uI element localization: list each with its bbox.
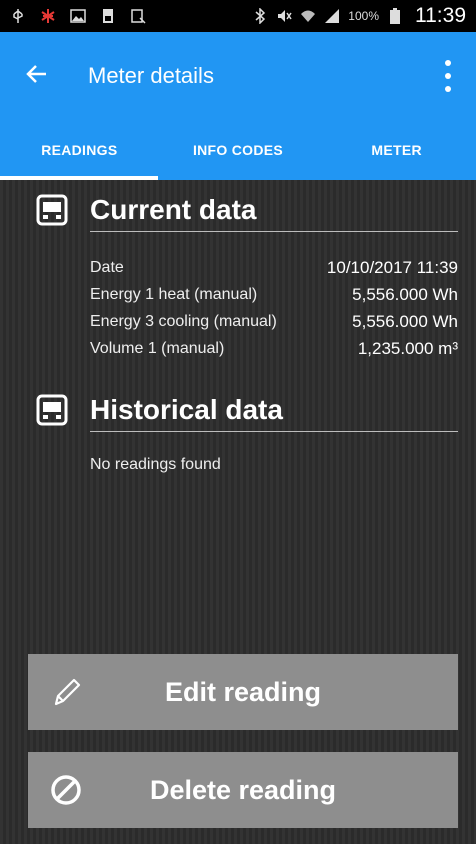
delete-reading-label: Delete reading: [149, 774, 337, 805]
tab-meter[interactable]: METER: [317, 120, 476, 180]
edit-reading-button[interactable]: Edit reading: [28, 654, 458, 730]
row-value: 1,235.000 m³: [357, 338, 458, 358]
status-time: 11:39: [415, 4, 466, 27]
row-value: 5,556.000 Wh: [352, 311, 458, 331]
data-row: Date 10/10/2017 11:39: [90, 254, 458, 281]
sim-icon: [100, 8, 116, 24]
mute-icon: [276, 8, 292, 24]
bug-icon: [40, 8, 56, 24]
card-icon: [36, 194, 68, 226]
screenshot-icon: [130, 8, 146, 24]
status-bar: 100% 11:39: [0, 0, 476, 32]
signal-icon: [324, 8, 340, 24]
readings-content: Current data Date 10/10/2017 11:39 Energ…: [0, 180, 476, 844]
divider: [90, 231, 458, 232]
bluetooth-icon: [252, 8, 268, 24]
current-data-header: Current data: [36, 194, 458, 232]
edit-reading-label: Edit reading: [164, 676, 321, 707]
data-row: Volume 1 (manual) 1,235.000 m³: [90, 335, 458, 362]
row-label: Volume 1 (manual): [90, 339, 225, 357]
battery-icon: [387, 8, 403, 24]
tab-readings[interactable]: READINGS: [0, 120, 159, 180]
row-label: Date: [90, 258, 124, 276]
usb-icon: [10, 8, 26, 24]
arrow-left-icon[interactable]: [26, 60, 48, 92]
app-bar: Meter details: [0, 32, 476, 120]
screen: 100% 11:39 Meter details READINGS INFO C…: [0, 0, 476, 844]
battery-percent: 100%: [348, 9, 379, 23]
status-right-icons: 100% 11:39: [252, 4, 466, 28]
tab-info-codes[interactable]: INFO CODES: [159, 120, 318, 180]
row-label: Energy 3 cooling (manual): [90, 312, 277, 330]
status-left-icons: [10, 8, 146, 24]
tab-bar: READINGS INFO CODES METER: [0, 120, 476, 180]
block-icon: [48, 772, 84, 808]
page-title: Meter details: [88, 63, 214, 88]
data-row: Energy 1 heat (manual) 5,556.000 Wh: [90, 281, 458, 308]
image-icon: [70, 8, 86, 24]
card-icon: [36, 394, 68, 426]
pencil-icon: [48, 674, 84, 710]
historical-data-title: Historical data: [90, 394, 283, 425]
empty-readings-text: No readings found: [90, 456, 221, 473]
row-value: 5,556.000 Wh: [352, 284, 458, 304]
wifi-icon: [300, 8, 316, 24]
data-row: Energy 3 cooling (manual) 5,556.000 Wh: [90, 308, 458, 335]
row-value: 10/10/2017 11:39: [326, 257, 458, 277]
current-data-rows: Date 10/10/2017 11:39 Energy 1 heat (man…: [90, 254, 458, 362]
current-data-title: Current data: [90, 194, 257, 225]
historical-data-header: Historical data: [36, 394, 458, 432]
more-vert-icon[interactable]: [436, 60, 460, 92]
row-label: Energy 1 heat (manual): [90, 285, 258, 303]
delete-reading-button[interactable]: Delete reading: [28, 752, 458, 828]
divider: [90, 431, 458, 432]
